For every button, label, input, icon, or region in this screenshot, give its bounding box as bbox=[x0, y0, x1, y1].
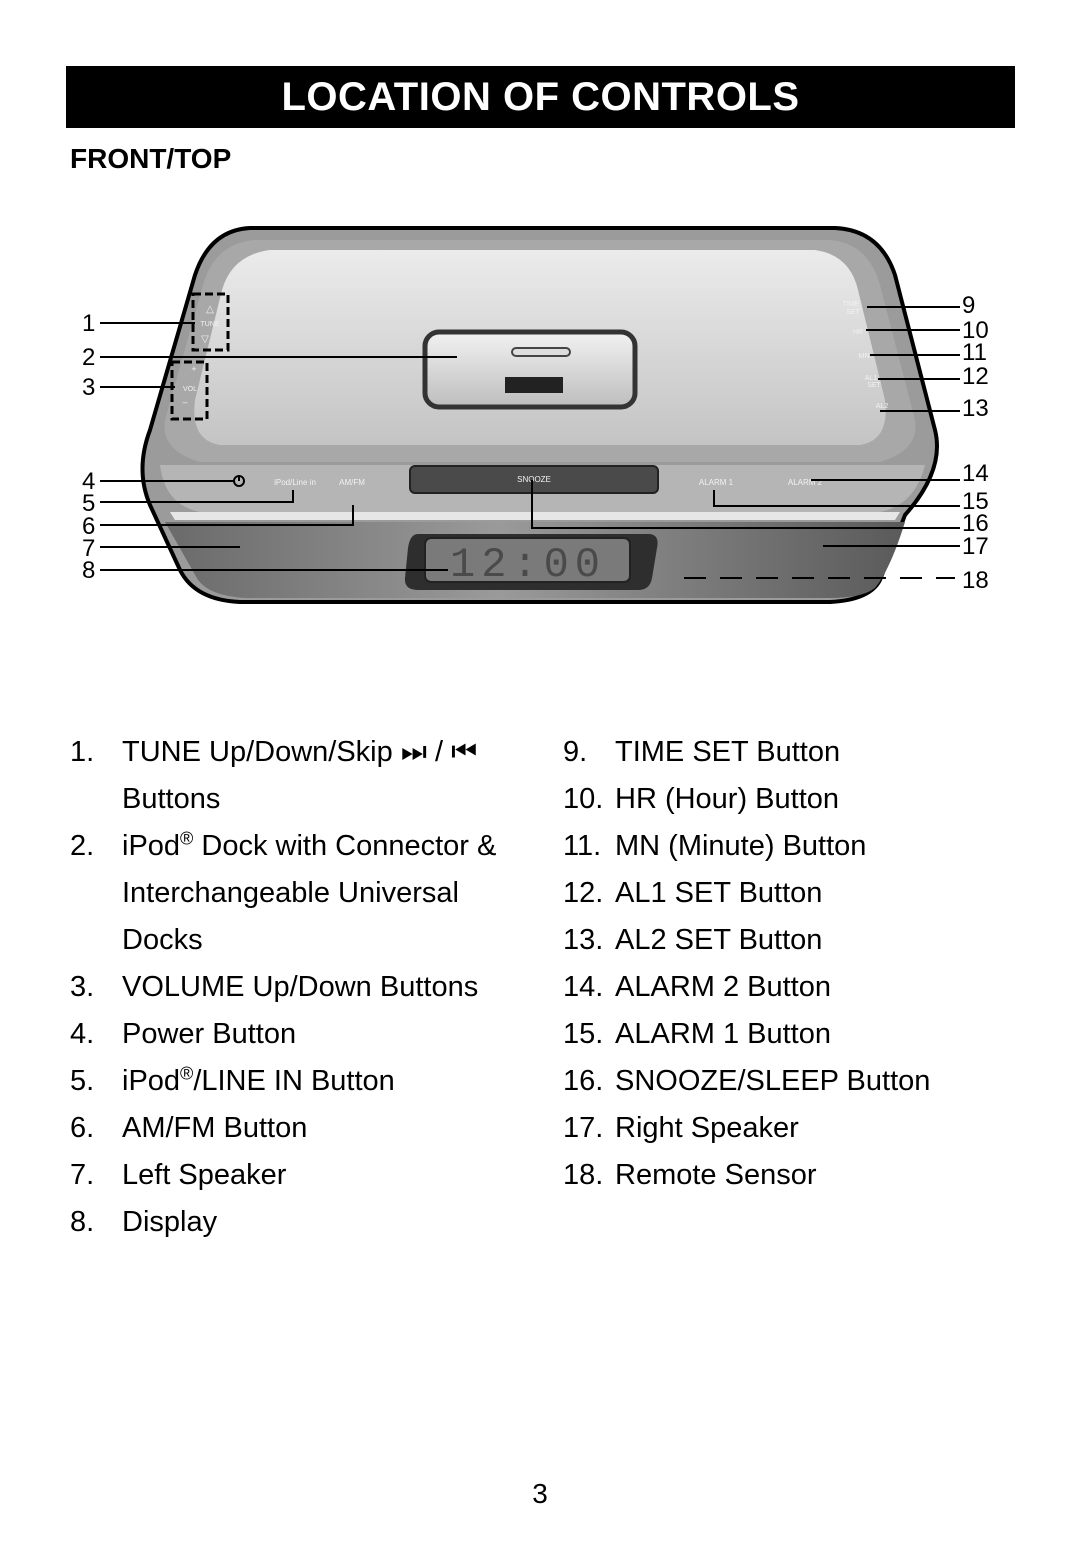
list-item: 10. HR (Hour) Button bbox=[563, 783, 840, 815]
page-number: 3 bbox=[532, 1478, 548, 1509]
svg-text:AM/FM: AM/FM bbox=[339, 478, 365, 487]
svg-text:iPod/Line in: iPod/Line in bbox=[274, 478, 316, 487]
list-item: 17. Right Speaker bbox=[563, 1112, 799, 1144]
callout-3: 3 bbox=[82, 374, 95, 401]
list-item: 5. iPod®/LINE IN Button bbox=[70, 1063, 395, 1097]
callout-11: 11 bbox=[962, 339, 987, 366]
clock-radio-illustration: △ TUNE ▽ + VOL – TIME SET HR MN AL1 SET … bbox=[82, 226, 989, 604]
device-label-tune: TUNE bbox=[200, 321, 219, 328]
callout-12: 12 bbox=[962, 363, 989, 390]
list-item: 12. AL1 SET Button bbox=[563, 877, 823, 909]
svg-text:TIME: TIME bbox=[843, 301, 860, 308]
list-item: 6. AM/FM Button bbox=[70, 1112, 308, 1144]
svg-text:SET: SET bbox=[846, 309, 860, 316]
callout-14: 14 bbox=[962, 460, 989, 487]
svg-text:AL1: AL1 bbox=[865, 375, 878, 382]
list-item: 2. iPod® Dock with Connector & Interchan… bbox=[70, 828, 497, 956]
list-item: 16. SNOOZE/SLEEP Button bbox=[563, 1065, 931, 1097]
callout-9: 9 bbox=[962, 292, 975, 319]
list-item: 4. Power Button bbox=[70, 1018, 297, 1050]
dock-connector bbox=[505, 377, 563, 393]
callout-17: 17 bbox=[962, 533, 989, 560]
display-time: 12:00 bbox=[450, 541, 606, 589]
list-item: 1. TUNE Up/Down/Skip ⏭ / ⏮ Buttons bbox=[70, 736, 478, 815]
svg-text:AL2: AL2 bbox=[876, 403, 889, 410]
callout-8: 8 bbox=[82, 557, 95, 584]
callout-13: 13 bbox=[962, 395, 989, 422]
skip-forward-back-icon: ⏭ / ⏮ bbox=[400, 736, 478, 768]
list-item: 8. Display bbox=[70, 1206, 218, 1238]
section-title: FRONT/TOP bbox=[70, 143, 232, 174]
svg-text:SNOOZE: SNOOZE bbox=[517, 475, 551, 484]
list-item: 3. VOLUME Up/Down Buttons bbox=[70, 971, 479, 1003]
list-item: 18. Remote Sensor bbox=[563, 1159, 817, 1191]
page-title: LOCATION OF CONTROLS bbox=[281, 74, 800, 119]
list-item: 9. TIME SET Button bbox=[563, 736, 841, 768]
controls-list-left: 1. TUNE Up/Down/Skip ⏭ / ⏮ Buttons 2. iPo… bbox=[70, 729, 540, 1246]
list-item: 15. ALARM 1 Button bbox=[563, 1018, 831, 1050]
controls-list-right: 9. TIME SET Button 10. HR (Hour) Button 11… bbox=[563, 729, 1043, 1199]
svg-text:HR: HR bbox=[853, 329, 863, 336]
svg-text:ALARM 1: ALARM 1 bbox=[699, 478, 734, 487]
callout-2: 2 bbox=[82, 344, 95, 371]
list-item: 13. AL2 SET Button bbox=[563, 924, 823, 956]
svg-text:MN: MN bbox=[859, 353, 870, 360]
svg-text:▽: ▽ bbox=[201, 334, 209, 345]
list-item: 14. ALARM 2 Button bbox=[563, 971, 831, 1003]
callout-18: 18 bbox=[962, 567, 989, 594]
dock-slot bbox=[511, 347, 571, 357]
page-title-bar: LOCATION OF CONTROLS bbox=[66, 66, 1015, 128]
svg-text:–: – bbox=[182, 397, 187, 407]
device-label-vol: VOL bbox=[183, 386, 197, 393]
callout-1: 1 bbox=[82, 310, 95, 337]
svg-text:+: + bbox=[191, 364, 196, 374]
ipod-dock bbox=[422, 329, 638, 410]
svg-text:△: △ bbox=[206, 304, 214, 315]
list-item: 7. Left Speaker bbox=[70, 1159, 287, 1191]
list-item: 11. MN (Minute) Button bbox=[563, 830, 867, 862]
device-diagram: △ TUNE ▽ + VOL – TIME SET HR MN AL1 SET … bbox=[0, 200, 1080, 640]
svg-text:SET: SET bbox=[867, 382, 881, 389]
